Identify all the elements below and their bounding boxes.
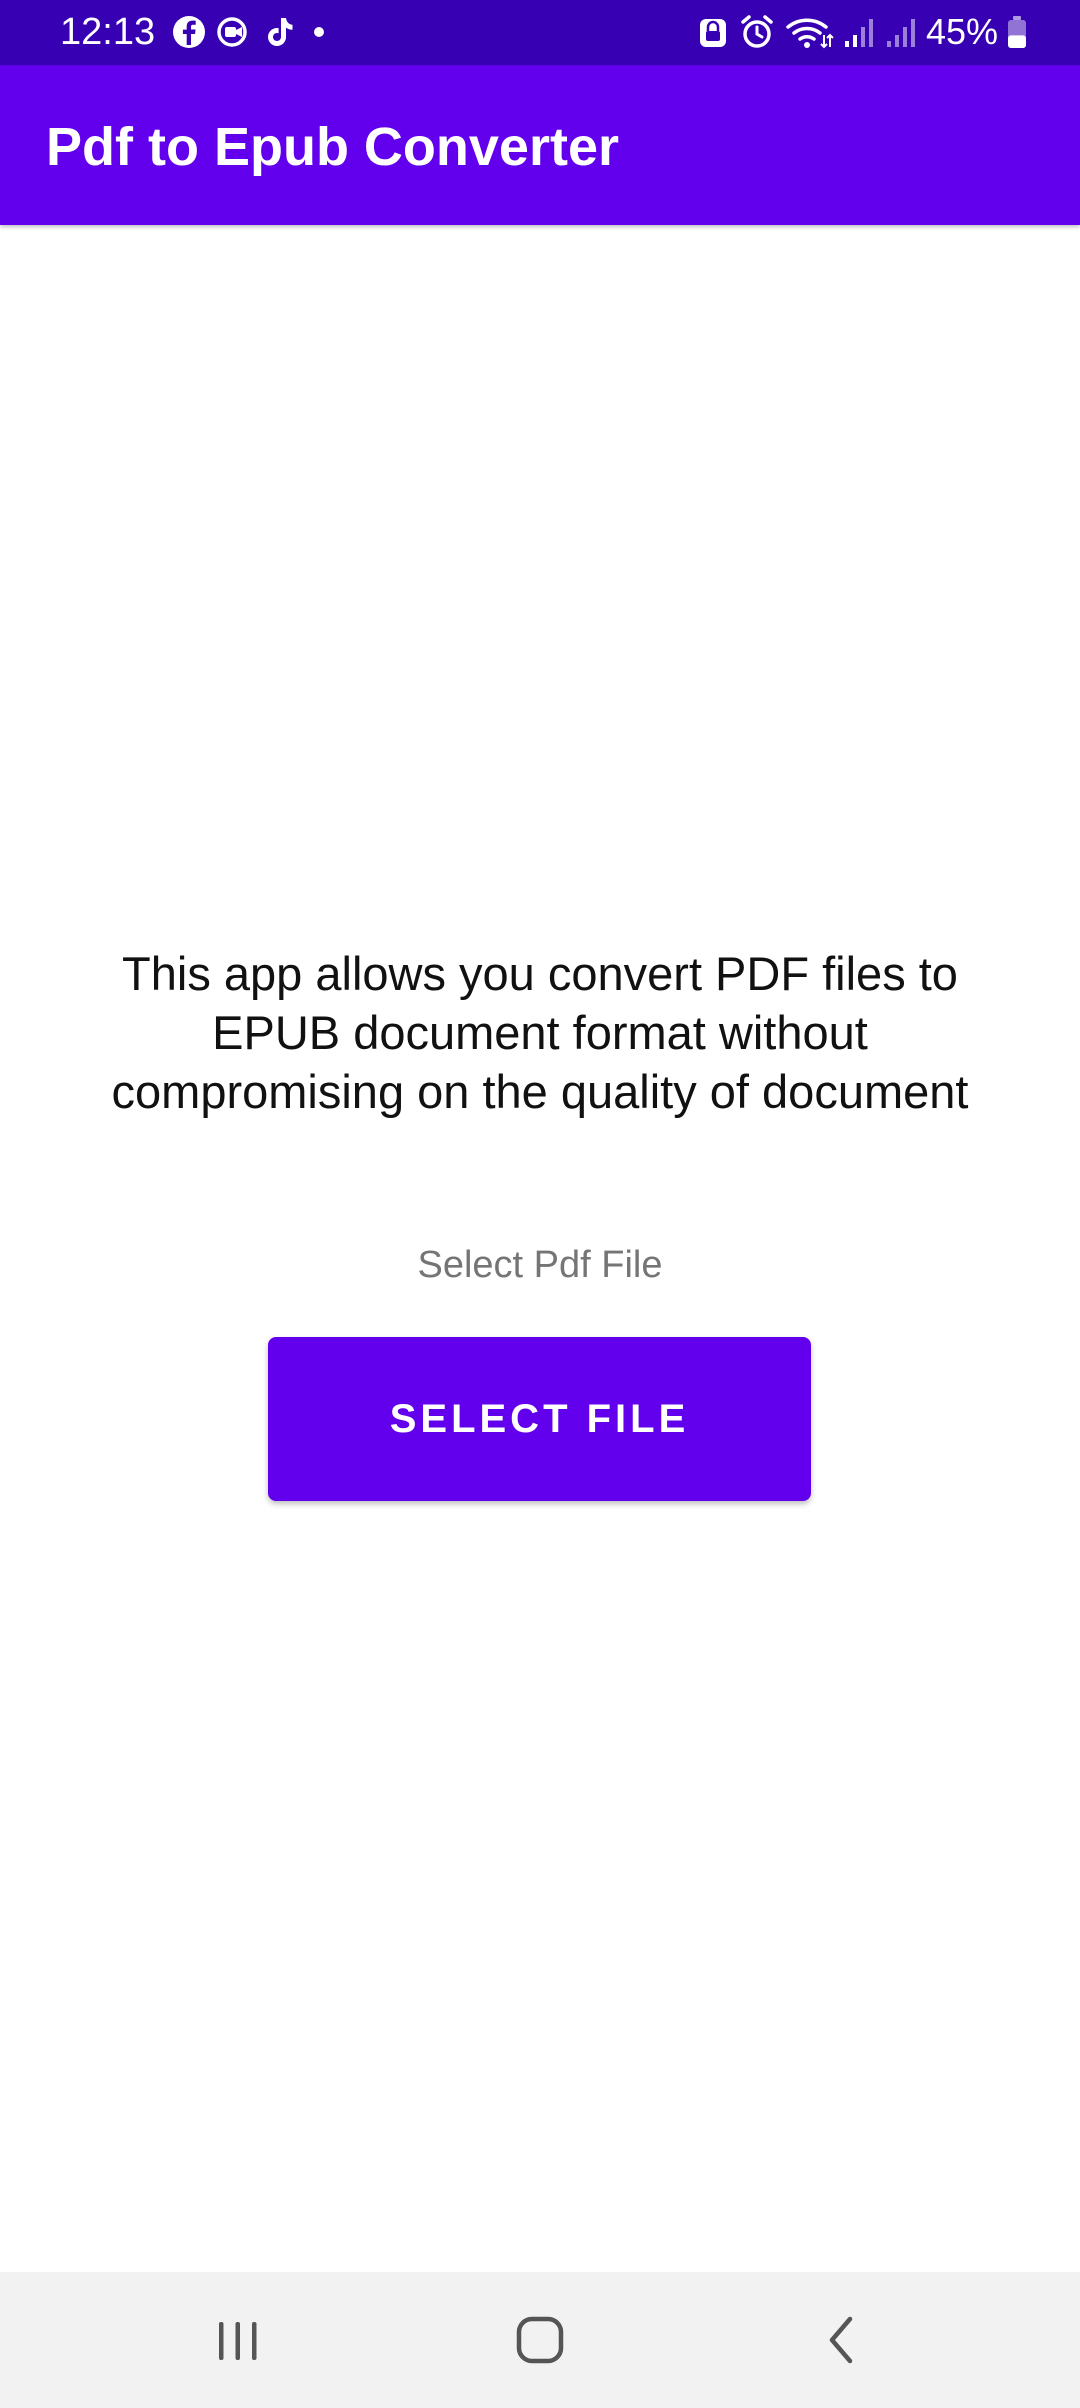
notification-icons (172, 14, 334, 50)
navigation-bar (0, 2272, 1080, 2408)
battery-icon (1008, 16, 1026, 48)
vpn-lock-icon (699, 19, 726, 47)
select-file-button-label: SELECT FILE (389, 1396, 690, 1441)
alarm-icon (741, 15, 773, 48)
facebook-icon (173, 16, 205, 48)
select-file-button[interactable]: SELECT FILE (268, 1337, 811, 1501)
back-button[interactable] (782, 2292, 902, 2388)
app-description: This app allows you convert PDF files to… (111, 947, 969, 1118)
status-time: 12:13 (60, 11, 156, 53)
select-pdf-label: Select Pdf File (417, 1244, 663, 1286)
back-icon (829, 2316, 853, 2364)
status-bar: 12:13 45% (0, 0, 1080, 65)
signal-icon (886, 19, 915, 47)
wifi-icon (786, 18, 834, 49)
tiktok-icon (268, 18, 293, 46)
app-bar: Pdf to Epub Converter (0, 65, 1080, 225)
messenger-video-icon (217, 17, 247, 47)
system-icons: 45% (696, 10, 1028, 54)
app-title: Pdf to Epub Converter (46, 117, 620, 177)
battery-percent: 45% (925, 11, 998, 52)
signal-icon (844, 19, 873, 47)
recents-button[interactable] (178, 2292, 298, 2388)
recents-icon (219, 2322, 257, 2360)
home-icon (516, 2316, 564, 2364)
home-button[interactable] (480, 2292, 600, 2388)
app-screen: 12:13 45% Pdf to Epub Converter This app… (0, 0, 1080, 2408)
notification-dot-icon (314, 27, 324, 37)
